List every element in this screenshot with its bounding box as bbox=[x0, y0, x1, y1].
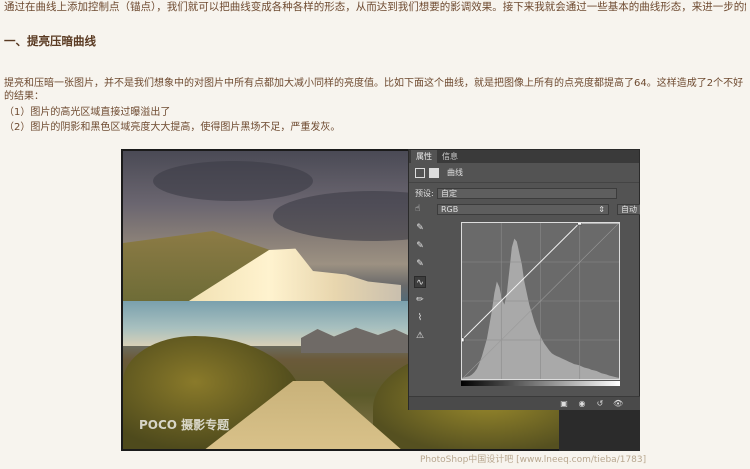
footer-credit: PhotoShop中国设计吧 [www.lneeq.com/tieba/1783… bbox=[420, 455, 647, 465]
eyedropper-black-icon[interactable]: ✎ bbox=[414, 222, 426, 234]
section-heading: 一、提亮压暗曲线 bbox=[4, 34, 96, 48]
input-gradient-bar bbox=[461, 381, 620, 386]
view-previous-icon[interactable]: ◉ bbox=[577, 399, 587, 408]
list-item: （1）图片的高光区域直接过曝溢出了 bbox=[4, 107, 171, 118]
eyedropper-gray-icon[interactable]: ✎ bbox=[414, 240, 426, 252]
curve-control-point[interactable] bbox=[461, 337, 465, 343]
cloud-shape bbox=[153, 161, 313, 201]
properties-panel: 属性 信息 曲线 预设: 自定 ☝ RGB ⇕ 自动 ✎ ✎ ✎ ∿ ✏ ⌇ ⚠ bbox=[408, 149, 640, 410]
panel-tabbar: 属性 信息 bbox=[409, 150, 639, 163]
preset-select[interactable]: 自定 bbox=[437, 188, 617, 199]
tab-properties[interactable]: 属性 bbox=[411, 150, 437, 163]
channel-select[interactable]: RGB ⇕ bbox=[437, 204, 609, 215]
panel-title: 曲线 bbox=[447, 168, 463, 177]
chevron-down-icon: ⇕ bbox=[598, 205, 605, 214]
photo-watermark: POCO 摄影专题 bbox=[139, 418, 230, 432]
hand-tool-row: ☝ bbox=[415, 204, 420, 214]
pencil-icon[interactable]: ✏ bbox=[414, 294, 426, 306]
curve-point-icon[interactable]: ∿ bbox=[414, 276, 426, 288]
clipping-warning-icon[interactable]: ⚠ bbox=[414, 330, 426, 342]
intro-text: 通过在曲线上添加控制点（锚点），我们就可以把曲线变成各种各样的形态，从而达到我们… bbox=[4, 1, 746, 13]
visibility-icon[interactable]: 👁 bbox=[613, 399, 623, 408]
preset-label: 预设: bbox=[415, 189, 434, 198]
mask-icon[interactable] bbox=[429, 167, 439, 178]
curve-control-point[interactable] bbox=[577, 222, 582, 226]
screenshot-figure: POCO 摄影专题 属性 信息 曲线 预设: 自定 ☝ RGB ⇕ 自动 ✎ ✎… bbox=[121, 149, 640, 451]
panel-header: 曲线 bbox=[409, 163, 639, 183]
clip-to-layer-icon[interactable]: ▣ bbox=[559, 399, 569, 408]
list-item: （2）图片的阴影和黑色区域亮度大大提高，使得图片黑场不足，严重发灰。 bbox=[4, 122, 341, 133]
curve-graph[interactable] bbox=[461, 222, 620, 380]
curve-tools: ✎ ✎ ✎ ∿ ✏ ⌇ ⚠ bbox=[414, 222, 428, 342]
panel-bottom-bar: ▣ ◉ ↺ 👁 bbox=[409, 396, 640, 410]
channel-value: RGB bbox=[441, 205, 459, 214]
eyedropper-white-icon[interactable]: ✎ bbox=[414, 258, 426, 270]
tab-info[interactable]: 信息 bbox=[437, 150, 463, 163]
reset-icon[interactable]: ↺ bbox=[595, 399, 605, 408]
on-image-adjust-icon[interactable]: ☝ bbox=[415, 204, 420, 214]
smooth-icon[interactable]: ⌇ bbox=[414, 312, 426, 324]
curves-adjustment-icon bbox=[415, 167, 425, 178]
auto-button[interactable]: 自动 bbox=[617, 204, 640, 215]
paragraph: 提亮和压暗一张图片，并不是我们想象中的对图片中所有点都加大减小同样的亮度值。比如… bbox=[4, 78, 744, 102]
preset-row: 预设: bbox=[415, 188, 434, 199]
